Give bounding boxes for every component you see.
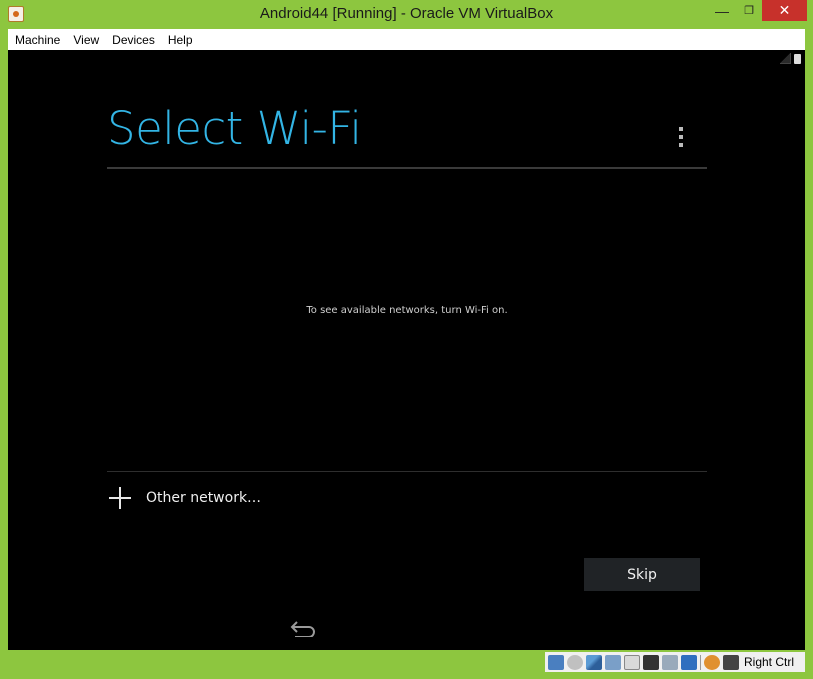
android-status-icons bbox=[780, 53, 801, 64]
tray-separator bbox=[700, 654, 701, 670]
maximize-button[interactable]: ❐ bbox=[736, 0, 762, 21]
menu-devices[interactable]: Devices bbox=[112, 33, 155, 47]
title-divider bbox=[107, 167, 707, 169]
other-network-label: Other network… bbox=[146, 490, 262, 506]
menu-bar: Machine View Devices Help bbox=[8, 29, 805, 50]
overflow-menu-icon[interactable] bbox=[678, 127, 684, 147]
list-divider bbox=[107, 471, 707, 472]
audio-icon[interactable] bbox=[586, 654, 602, 670]
network-icon[interactable] bbox=[605, 654, 621, 670]
optical-drive-icon[interactable] bbox=[567, 654, 583, 670]
other-network-item[interactable]: Other network… bbox=[107, 480, 407, 516]
hard-disk-icon[interactable] bbox=[548, 654, 564, 670]
title-bar[interactable]: Android44 [Running] - Oracle VM VirtualB… bbox=[0, 0, 813, 28]
page-title: Select Wi-Fi bbox=[107, 102, 362, 155]
menu-view[interactable]: View bbox=[73, 33, 99, 47]
display-icon[interactable] bbox=[643, 654, 659, 670]
window-title: Android44 [Running] - Oracle VM VirtualB… bbox=[259, 5, 554, 22]
battery-icon bbox=[794, 54, 801, 64]
wifi-off-message: To see available networks, turn Wi-Fi on… bbox=[306, 305, 508, 316]
menu-help[interactable]: Help bbox=[168, 33, 193, 47]
back-icon[interactable] bbox=[289, 621, 317, 637]
virtualbox-window: Android44 [Running] - Oracle VM VirtualB… bbox=[0, 0, 813, 679]
close-button[interactable]: ✕ bbox=[762, 0, 807, 21]
minimize-button[interactable]: — bbox=[708, 0, 736, 21]
android-screen[interactable]: Select Wi-Fi To see available networks, … bbox=[8, 50, 805, 650]
status-tray: Right Ctrl bbox=[545, 652, 805, 672]
shared-folders-icon[interactable] bbox=[624, 654, 640, 670]
host-key-label: Right Ctrl bbox=[744, 655, 795, 669]
menu-machine[interactable]: Machine bbox=[15, 33, 60, 47]
skip-button[interactable]: Skip bbox=[584, 558, 700, 591]
keyboard-capture-icon[interactable] bbox=[723, 654, 739, 670]
mouse-integration-icon[interactable] bbox=[704, 654, 720, 670]
signal-icon bbox=[780, 53, 791, 64]
plus-icon bbox=[109, 487, 131, 509]
video-capture-icon[interactable] bbox=[662, 654, 678, 670]
virtualization-icon[interactable] bbox=[681, 654, 697, 670]
